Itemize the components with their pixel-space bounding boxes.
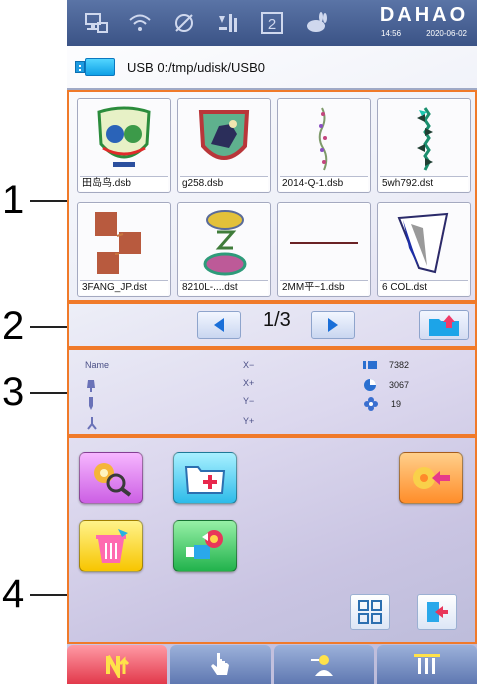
clock-icon: [364, 379, 376, 391]
callout-number: 4: [2, 572, 25, 616]
delete-design-button[interactable]: [79, 520, 143, 572]
embroidery-preview-icon: [82, 207, 166, 279]
tab-manual[interactable]: [170, 645, 271, 684]
parent-folder-button[interactable]: [419, 310, 469, 340]
file-name: 5wh792.dst: [380, 176, 468, 191]
presser-foot-icon: [85, 416, 99, 432]
callout-4: 4: [0, 572, 70, 616]
arrow-right-icon: [328, 318, 338, 332]
y-minus-label: Y−: [243, 396, 255, 406]
new-folder-button[interactable]: [173, 452, 237, 504]
time-value: 3067: [389, 380, 410, 390]
grid-view-button[interactable]: [350, 594, 390, 630]
embroidery-preview-icon: [182, 103, 266, 175]
color-flower-icon: [364, 397, 378, 411]
file-thumbnail[interactable]: 6 COL.dst: [377, 202, 471, 297]
callout-line: [30, 326, 70, 328]
color-count: 19: [363, 396, 401, 412]
bottom-tab-bar: [67, 645, 477, 684]
embroidery-preview-icon: [282, 207, 366, 279]
stitch-count-value: 7382: [389, 360, 410, 370]
file-name: 2MM平~1.dsb: [280, 280, 368, 295]
embroidery-preview-icon: [382, 103, 466, 175]
file-thumbnail[interactable]: 5wh792.dst: [377, 98, 471, 193]
file-thumbnail[interactable]: 田岛鸟.dsb: [77, 98, 171, 193]
flower-search-icon: [94, 463, 132, 497]
frame-user-icon: [310, 654, 333, 676]
callout-number: 1: [2, 178, 25, 222]
file-name: 2014-Q-1.dsb: [280, 176, 368, 191]
file-thumbnail[interactable]: g258.dsb: [177, 98, 271, 193]
search-design-button[interactable]: [79, 452, 143, 504]
file-thumbnail[interactable]: 8210L-....dst: [177, 202, 271, 297]
stitch-icon: [363, 361, 377, 369]
color-count-value: 19: [391, 399, 402, 409]
callout-number: 3: [2, 370, 25, 414]
file-grid: 田岛鸟.dsb g258.dsb 2014-Q-1.dsb 5wh792.dst: [77, 98, 473, 297]
callout-number: 2: [2, 304, 25, 348]
pattern-needle-icon: [106, 654, 130, 678]
page-indicator: 1/3: [263, 309, 291, 331]
tab-frame[interactable]: [273, 645, 374, 684]
callout-line: [30, 594, 70, 596]
callout-3: 3: [0, 370, 70, 414]
prev-page-button[interactable]: [197, 311, 241, 339]
exit-icon: [427, 602, 448, 622]
trash-icon: [96, 529, 128, 563]
import-design-button[interactable]: [399, 452, 463, 504]
folder-add-icon: [184, 466, 226, 494]
stitch-count: 7382: [363, 360, 409, 370]
screen-content: 田岛鸟.dsb g258.dsb 2014-Q-1.dsb 5wh792.dst: [67, 0, 477, 684]
file-thumbnail[interactable]: 3FANG_JP.dst: [77, 202, 171, 297]
needle-bars-icon: [413, 653, 440, 674]
tab-pattern[interactable]: [67, 645, 168, 684]
copy-to-memory-button[interactable]: [173, 520, 237, 572]
next-page-button[interactable]: [311, 311, 355, 339]
usb-copy-icon: [186, 530, 223, 559]
callout-2: 2: [0, 304, 70, 348]
needle-icon: [85, 378, 97, 394]
callout-1: 1: [0, 178, 70, 222]
x-minus-label: X−: [243, 360, 255, 370]
file-thumbnail[interactable]: 2014-Q-1.dsb: [277, 98, 371, 193]
embroidery-preview-icon: [82, 103, 166, 175]
file-name: 3FANG_JP.dst: [80, 280, 168, 295]
y-plus-label: Y+: [243, 416, 255, 426]
info-name-label: Name: [85, 360, 110, 370]
arrow-left-icon: [214, 318, 224, 332]
file-thumbnail[interactable]: 2MM平~1.dsb: [277, 202, 371, 297]
embroidery-preview-icon: [182, 207, 266, 279]
callout-line: [30, 392, 70, 394]
callout-line: [30, 200, 70, 202]
file-name: 田岛鸟.dsb: [80, 176, 168, 191]
exit-button[interactable]: [417, 594, 457, 630]
pager: 1/3: [67, 306, 477, 346]
embroidery-preview-icon: [282, 103, 366, 175]
file-name: 6 COL.dst: [380, 280, 468, 295]
tab-needle-bars[interactable]: [376, 645, 477, 684]
grid-icon: [358, 600, 382, 624]
file-name: 8210L-....dst: [180, 280, 268, 295]
flower-import-icon: [413, 467, 450, 489]
file-name: g258.dsb: [180, 176, 268, 191]
time-count: 3067: [363, 378, 409, 392]
folder-up-icon: [429, 315, 459, 336]
bobbin-icon: [85, 396, 97, 412]
design-info: Name X− X+ Y− Y+ 7382 3067 19: [67, 350, 477, 434]
x-plus-label: X+: [243, 378, 255, 388]
hand-pointer-icon: [211, 652, 230, 675]
embroidery-preview-icon: [382, 207, 466, 279]
